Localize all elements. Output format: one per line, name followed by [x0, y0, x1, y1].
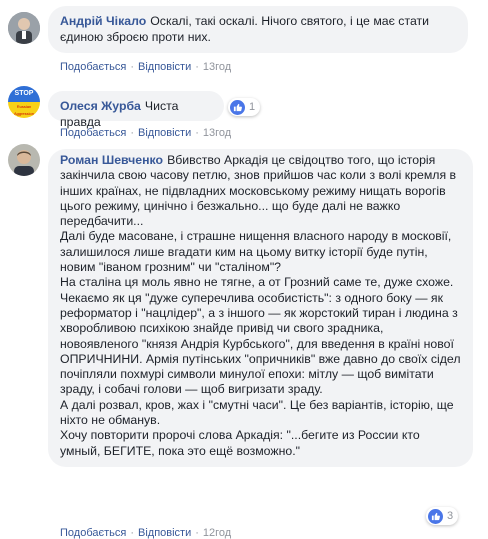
comment-time[interactable]: 13год — [203, 61, 231, 73]
comment-paragraph: Далі буде масоване, і страшне нищення вл… — [60, 229, 452, 275]
reply-link[interactable]: Відповісти — [138, 127, 191, 139]
comment-actions: Подобається · Відповісти · 12год — [60, 527, 232, 539]
avatar-overlay: STOP Russian Aggression — [8, 90, 40, 117]
comment: Андрій Чікало Оскалі, такі оскалі. Нічого… — [0, 0, 488, 80]
like-link[interactable]: Подобається — [60, 61, 126, 73]
comment-bubble: Роман Шевченко Вбивство Аркадія це свідоц… — [48, 149, 473, 467]
comment-author[interactable]: Олеся Журба — [60, 99, 141, 113]
comment-paragraph: На сталіна ця моль явно не тягне, а от Г… — [60, 275, 454, 290]
comment-actions: Подобається · Відповісти · 13год — [60, 61, 232, 73]
comment-author[interactable]: Андрій Чікало — [60, 14, 146, 28]
user-photo-icon — [8, 12, 40, 44]
avatar-russian-text: Russian — [16, 104, 32, 109]
avatar[interactable]: STOP Russian Aggression — [8, 86, 40, 118]
avatar-aggression-text: Aggression — [13, 111, 34, 116]
comment-paragraph: Чекаємо як ця "дуже суперечлива особисті… — [60, 290, 461, 397]
avatar[interactable] — [8, 144, 40, 176]
reply-link[interactable]: Відповісти — [138, 527, 191, 539]
comment-time[interactable]: 12год — [203, 527, 231, 539]
comment-bubble: Андрій Чікало Оскалі, такі оскалі. Нічого… — [48, 6, 468, 53]
reaction-count: 1 — [249, 101, 256, 113]
thumbs-up-icon — [428, 508, 443, 524]
reaction-summary[interactable]: 1 — [228, 98, 261, 116]
comment-paragraph: Хочу повторити пророчі слова Аркадія: ".… — [60, 428, 420, 458]
comment-time[interactable]: 13год — [203, 127, 231, 139]
reaction-summary[interactable]: 3 — [426, 507, 459, 525]
like-link[interactable]: Подобається — [60, 527, 126, 539]
comment: STOP Russian Aggression Олеся Журба Чиста… — [0, 80, 488, 140]
user-photo-icon — [8, 144, 40, 176]
comment-bubble: Олеся Журба Чиста правда — [48, 91, 224, 129]
avatar[interactable] — [8, 12, 40, 44]
comment: Роман Шевченко Вбивство Аркадія це свідоц… — [0, 140, 488, 539]
comment-author[interactable]: Роман Шевченко — [60, 153, 163, 167]
comment-actions: Подобається · Відповісти · 13год — [60, 127, 232, 139]
comment-paragraph: А далі розвал, кров, жах і "смутні часи"… — [60, 397, 454, 428]
avatar-stop-text: STOP — [14, 90, 34, 97]
reply-link[interactable]: Відповісти — [138, 61, 191, 73]
reaction-count: 3 — [447, 510, 454, 522]
like-link[interactable]: Подобається — [60, 127, 126, 139]
thumbs-up-icon — [230, 99, 245, 115]
